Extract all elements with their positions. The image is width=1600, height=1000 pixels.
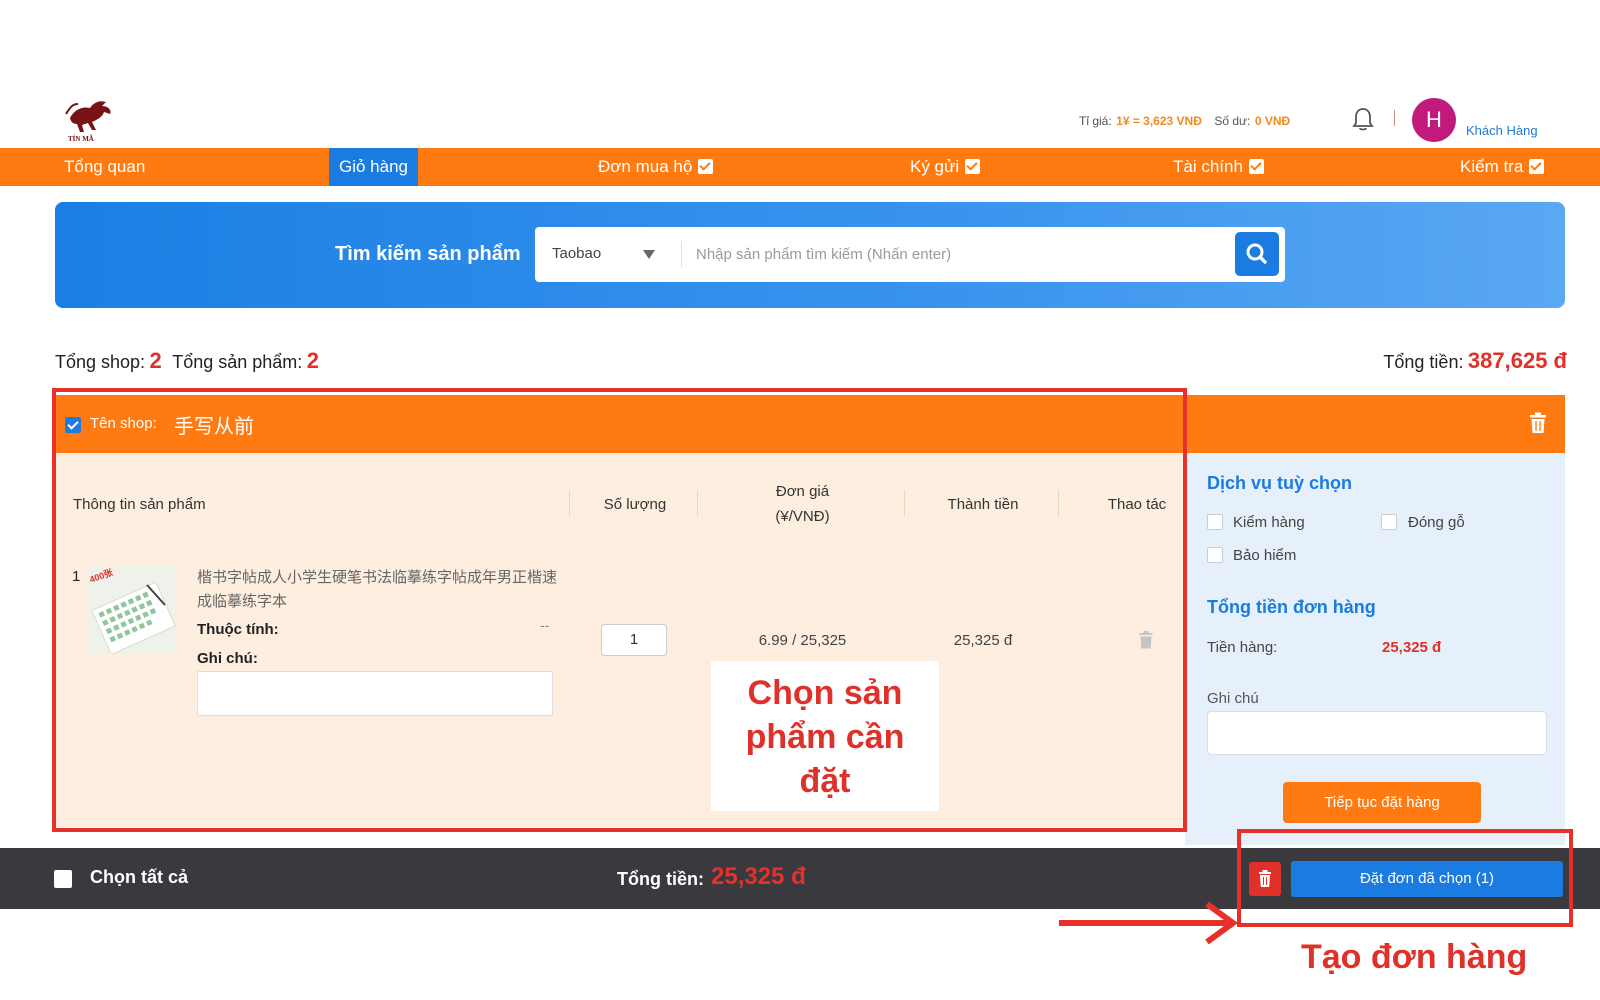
callout-select-products: Chọn sản phẩm cần đặt [711, 661, 939, 811]
nav-finance[interactable]: Tài chính [1173, 148, 1264, 186]
service-wood-crate-checkbox[interactable] [1381, 514, 1397, 530]
chevron-down-icon [1529, 159, 1545, 174]
exchange-rate: Tỉ giá: 1¥ = 3,623 VNĐ Số dư: 0 VNĐ [1079, 112, 1290, 130]
rate-label: Tỉ giá: [1079, 114, 1112, 128]
nav-overview[interactable]: Tổng quan [64, 148, 145, 186]
service-wood-crate-label: Đóng gỗ [1408, 514, 1465, 531]
total-value: 387,625 đ [1467, 348, 1567, 373]
main-nav: Tổng quan Giỏ hàng Đơn mua hộ Ký gửi Tài… [0, 148, 1600, 186]
chevron-down-icon [965, 159, 981, 174]
callout-line: phẩm cần [745, 718, 905, 756]
service-inspection-label: Kiểm hàng [1233, 514, 1305, 531]
nav-consignment[interactable]: Ký gửi [910, 148, 981, 186]
highlight-product-section [52, 388, 1187, 832]
nav-cart[interactable]: Giỏ hàng [329, 148, 418, 186]
nav-purchase-orders[interactable]: Đơn mua hộ [598, 148, 714, 186]
service-insurance-checkbox[interactable] [1207, 547, 1223, 563]
platform-select[interactable]: Taobao [552, 245, 601, 262]
subtotal-value: 25,325 đ [1382, 639, 1442, 656]
selected-total-label: Tổng tiền: [617, 869, 704, 889]
callout-line: Chọn sản [747, 674, 903, 712]
search-icon [1246, 243, 1267, 264]
products-label: Tổng sản phẩm: [172, 352, 303, 372]
highlight-order-button [1237, 829, 1573, 927]
search-divider [681, 241, 682, 267]
select-all-checkbox[interactable] [54, 870, 72, 888]
brand-logo[interactable]: TÍN MÃ [62, 92, 118, 144]
products-count: 2 [306, 348, 319, 373]
dropdown-arrow-icon[interactable] [643, 250, 655, 259]
cart-summary: Tổng shop: 2 Tổng sản phẩm: 2 [55, 348, 319, 374]
bell-icon[interactable] [1352, 106, 1374, 132]
callout-line: đặt [799, 762, 851, 800]
brand-name: TÍN MÃ [68, 135, 94, 143]
chevron-down-icon [1248, 159, 1264, 174]
order-total-title: Tổng tiền đơn hàng [1207, 597, 1376, 617]
subtotal-label: Tiền hàng: [1207, 639, 1278, 656]
cart-total: Tổng tiền: 387,625 đ [1383, 348, 1567, 374]
search-title: Tìm kiếm sản phẩm [335, 243, 521, 265]
order-note-input[interactable] [1207, 711, 1547, 755]
callout-create-order: Tạo đơn hàng [1301, 938, 1528, 976]
search-input[interactable] [696, 236, 1216, 272]
search-button[interactable] [1235, 232, 1279, 276]
selected-total-value: 25,325 đ [711, 863, 806, 890]
user-name[interactable]: Khách Hàng [1466, 123, 1538, 138]
rate-value: 1¥ = 3,623 VNĐ [1116, 114, 1202, 128]
header-divider [1394, 110, 1395, 126]
order-note-label: Ghi chú [1207, 690, 1259, 707]
shops-count: 2 [149, 348, 162, 373]
chevron-down-icon [698, 159, 714, 174]
continue-order-button[interactable]: Tiếp tục đặt hàng [1283, 782, 1481, 823]
service-insurance-label: Bảo hiểm [1233, 547, 1297, 564]
arrow-icon [1057, 898, 1247, 948]
services-title: Dịch vụ tuỳ chọn [1207, 473, 1353, 493]
select-all-label[interactable]: Chọn tất cả [90, 867, 188, 888]
balance-value: 0 VNĐ [1254, 114, 1291, 128]
nav-check[interactable]: Kiểm tra [1460, 148, 1545, 186]
avatar[interactable]: H [1412, 98, 1456, 142]
service-inspection-checkbox[interactable] [1207, 514, 1223, 530]
balance-label: Số dư: [1214, 114, 1251, 128]
total-label: Tổng tiền: [1383, 352, 1464, 372]
shops-label: Tổng shop: [55, 352, 146, 372]
trash-icon[interactable] [1529, 412, 1547, 434]
